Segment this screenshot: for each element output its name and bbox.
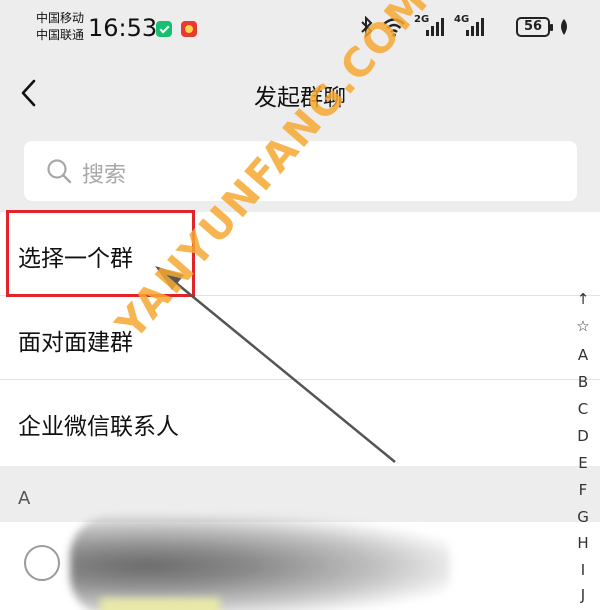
signal-2g-bars-icon xyxy=(426,18,444,36)
index-top-arrow[interactable]: ↑ xyxy=(567,290,599,308)
wechat-notification-icon xyxy=(156,21,172,37)
index-c[interactable]: C xyxy=(567,400,599,418)
wecom-contacts-item[interactable]: 企业微信联系人 xyxy=(0,380,600,464)
index-i[interactable]: I xyxy=(567,561,599,579)
index-star[interactable]: ☆ xyxy=(567,317,599,335)
section-header-a: A xyxy=(0,466,600,522)
wecom-contacts-label: 企业微信联系人 xyxy=(18,414,179,440)
select-group-label: 选择一个群 xyxy=(18,246,133,272)
contact-list xyxy=(0,516,600,610)
face-to-face-group-item[interactable]: 面对面建群 xyxy=(0,296,600,380)
carrier-1: 中国移动 xyxy=(36,11,85,25)
carrier-info: 中国移动 中国联通 xyxy=(36,10,84,44)
app-notification-icon xyxy=(181,21,197,37)
search-placeholder: 搜索 xyxy=(82,163,127,188)
index-a[interactable]: A xyxy=(567,346,599,364)
signal-4g-bars-icon xyxy=(466,18,484,36)
index-b[interactable]: B xyxy=(567,373,599,391)
alphabet-index[interactable]: ↑ ☆ A B C D E F G H I J xyxy=(567,290,599,610)
index-f[interactable]: F xyxy=(567,481,599,499)
status-bar: 中国移动 中国联通 16:53 2G 4G 56 xyxy=(0,0,600,56)
index-d[interactable]: D xyxy=(567,427,599,445)
status-time: 16:53 xyxy=(88,14,158,42)
battery-icon: 56 xyxy=(516,17,553,37)
section-letter: A xyxy=(18,488,31,509)
face-to-face-group-label: 面对面建群 xyxy=(18,330,133,356)
select-group-item[interactable]: 选择一个群 xyxy=(0,212,600,296)
contact-select-radio[interactable] xyxy=(24,545,60,581)
blurred-contact-avatar xyxy=(70,516,450,610)
index-j[interactable]: J xyxy=(567,586,599,604)
index-e[interactable]: E xyxy=(567,454,599,472)
back-arrow-icon[interactable] xyxy=(18,78,42,108)
leaf-icon xyxy=(558,18,570,40)
index-g[interactable]: G xyxy=(567,508,599,526)
index-h[interactable]: H xyxy=(567,534,599,552)
option-list: 选择一个群 面对面建群 企业微信联系人 xyxy=(0,212,600,466)
blurred-contact-detail xyxy=(100,598,220,610)
carrier-2: 中国联通 xyxy=(36,28,85,42)
search-icon xyxy=(46,158,72,184)
